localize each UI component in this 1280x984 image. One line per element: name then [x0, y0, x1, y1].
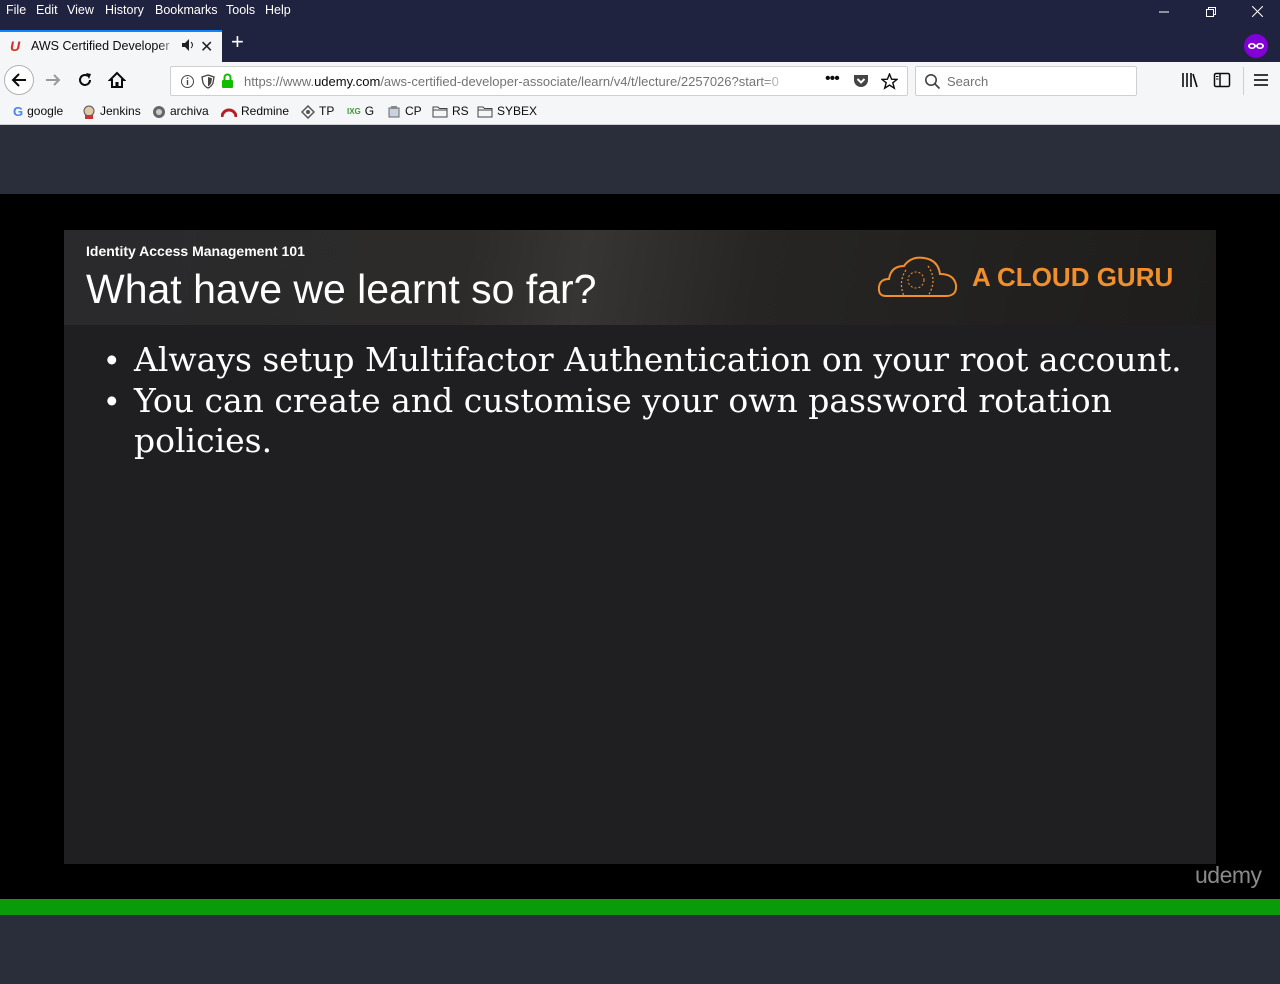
bookmark-archiva[interactable]: archiva	[152, 104, 209, 119]
bookmark-google[interactable]: Ggoogle	[13, 104, 63, 119]
list-item: • Always setup Multifactor Authentication…	[106, 340, 1182, 379]
menu-edit[interactable]: Edit	[36, 3, 58, 17]
page-actions-icon[interactable]: •••	[825, 70, 840, 88]
tracking-shield-icon[interactable]	[201, 74, 215, 89]
menu-tools[interactable]: Tools	[226, 3, 255, 17]
page-footer-strip	[0, 915, 1280, 984]
library-icon[interactable]	[1181, 71, 1199, 89]
page-header-strip	[0, 125, 1280, 194]
close-window-button[interactable]	[1234, 0, 1280, 24]
speaker-icon[interactable]	[181, 38, 195, 57]
new-tab-button[interactable]: +	[231, 29, 244, 55]
navigation-toolbar: https://www.udemy.com/aws-certified-deve…	[0, 62, 1280, 100]
pocket-icon[interactable]	[853, 73, 869, 89]
search-box[interactable]: Search	[915, 66, 1137, 96]
menu-view[interactable]: View	[67, 3, 94, 17]
jenkins-icon	[83, 105, 95, 119]
bookmark-star-icon[interactable]	[881, 73, 898, 90]
slide-title: What have we learnt so far?	[86, 266, 597, 312]
address-bar[interactable]: https://www.udemy.com/aws-certified-deve…	[170, 66, 908, 96]
g-site-icon: IXG	[347, 107, 361, 117]
back-arrow-icon	[11, 73, 26, 87]
hamburger-menu-icon[interactable]	[1253, 71, 1269, 89]
forward-arrow-icon[interactable]	[44, 71, 62, 89]
slide-kicker: Identity Access Management 101	[86, 243, 305, 259]
redmine-icon	[221, 108, 237, 118]
archiva-icon	[153, 105, 165, 118]
home-icon[interactable]	[108, 71, 126, 89]
search-placeholder: Search	[947, 74, 989, 89]
slide-header: Identity Access Management 101 What have…	[64, 230, 1216, 325]
bullet-list: • Always setup Multifactor Authentication…	[106, 340, 1186, 462]
menu-bookmarks[interactable]: Bookmarks	[155, 3, 218, 17]
bookmark-jenkins[interactable]: Jenkins	[82, 104, 141, 119]
bookmark-folder-sybex[interactable]: SYBEX	[477, 104, 537, 118]
menu-bar: File Edit View History Bookmarks Tools H…	[0, 0, 1280, 24]
bookmark-cp[interactable]: CP	[387, 104, 422, 119]
folder-icon	[477, 106, 493, 118]
search-icon	[925, 74, 941, 90]
minimize-button[interactable]	[1141, 0, 1187, 24]
udemy-favicon-icon: U	[10, 38, 21, 54]
tp-icon	[301, 104, 315, 119]
url-text: https://www.udemy.com/aws-certified-deve…	[244, 74, 779, 89]
google-icon: G	[13, 104, 24, 120]
back-button[interactable]	[4, 65, 34, 95]
folder-icon	[432, 106, 448, 118]
progress-fill	[0, 899, 1280, 915]
minimize-icon	[1159, 11, 1169, 13]
restore-button[interactable]	[1188, 0, 1234, 24]
menu-help[interactable]: Help	[265, 3, 291, 17]
bookmark-redmine[interactable]: Redmine	[221, 104, 289, 118]
cloud-logo-icon	[877, 256, 958, 297]
lecture-slide: Identity Access Management 101 What have…	[64, 230, 1216, 864]
info-icon[interactable]	[180, 74, 195, 89]
bookmark-folder-rs[interactable]: RS	[432, 104, 469, 118]
menu-history[interactable]: History	[105, 3, 144, 17]
cp-icon	[388, 105, 400, 118]
tab-close-icon[interactable]: ✕	[200, 37, 213, 57]
close-icon	[1251, 5, 1263, 18]
bookmark-g[interactable]: IXG G	[347, 104, 374, 118]
restore-icon	[1206, 7, 1216, 17]
sidebar-icon[interactable]	[1213, 71, 1231, 89]
private-browsing-icon	[1244, 34, 1268, 58]
tab-active[interactable]: U AWS Certified Developer - Associate ✕	[0, 30, 222, 62]
tab-bar: U AWS Certified Developer - Associate ✕ …	[0, 24, 1280, 62]
lock-icon[interactable]	[221, 73, 234, 89]
bookmarks-toolbar: Ggoogle Jenkins archiva Redmine TP IXG G …	[0, 100, 1280, 125]
bookmark-tp[interactable]: TP	[301, 104, 334, 119]
reload-icon[interactable]	[76, 71, 94, 89]
video-progress-bar[interactable]	[0, 899, 1280, 915]
brand-name: A CLOUD GURU	[972, 262, 1174, 292]
tab-title: AWS Certified Developer - Associate	[31, 39, 173, 53]
udemy-watermark: udemy	[1195, 862, 1262, 888]
list-item: • You can create and customise your own p…	[106, 380, 1112, 461]
menu-file[interactable]: File	[6, 3, 26, 17]
